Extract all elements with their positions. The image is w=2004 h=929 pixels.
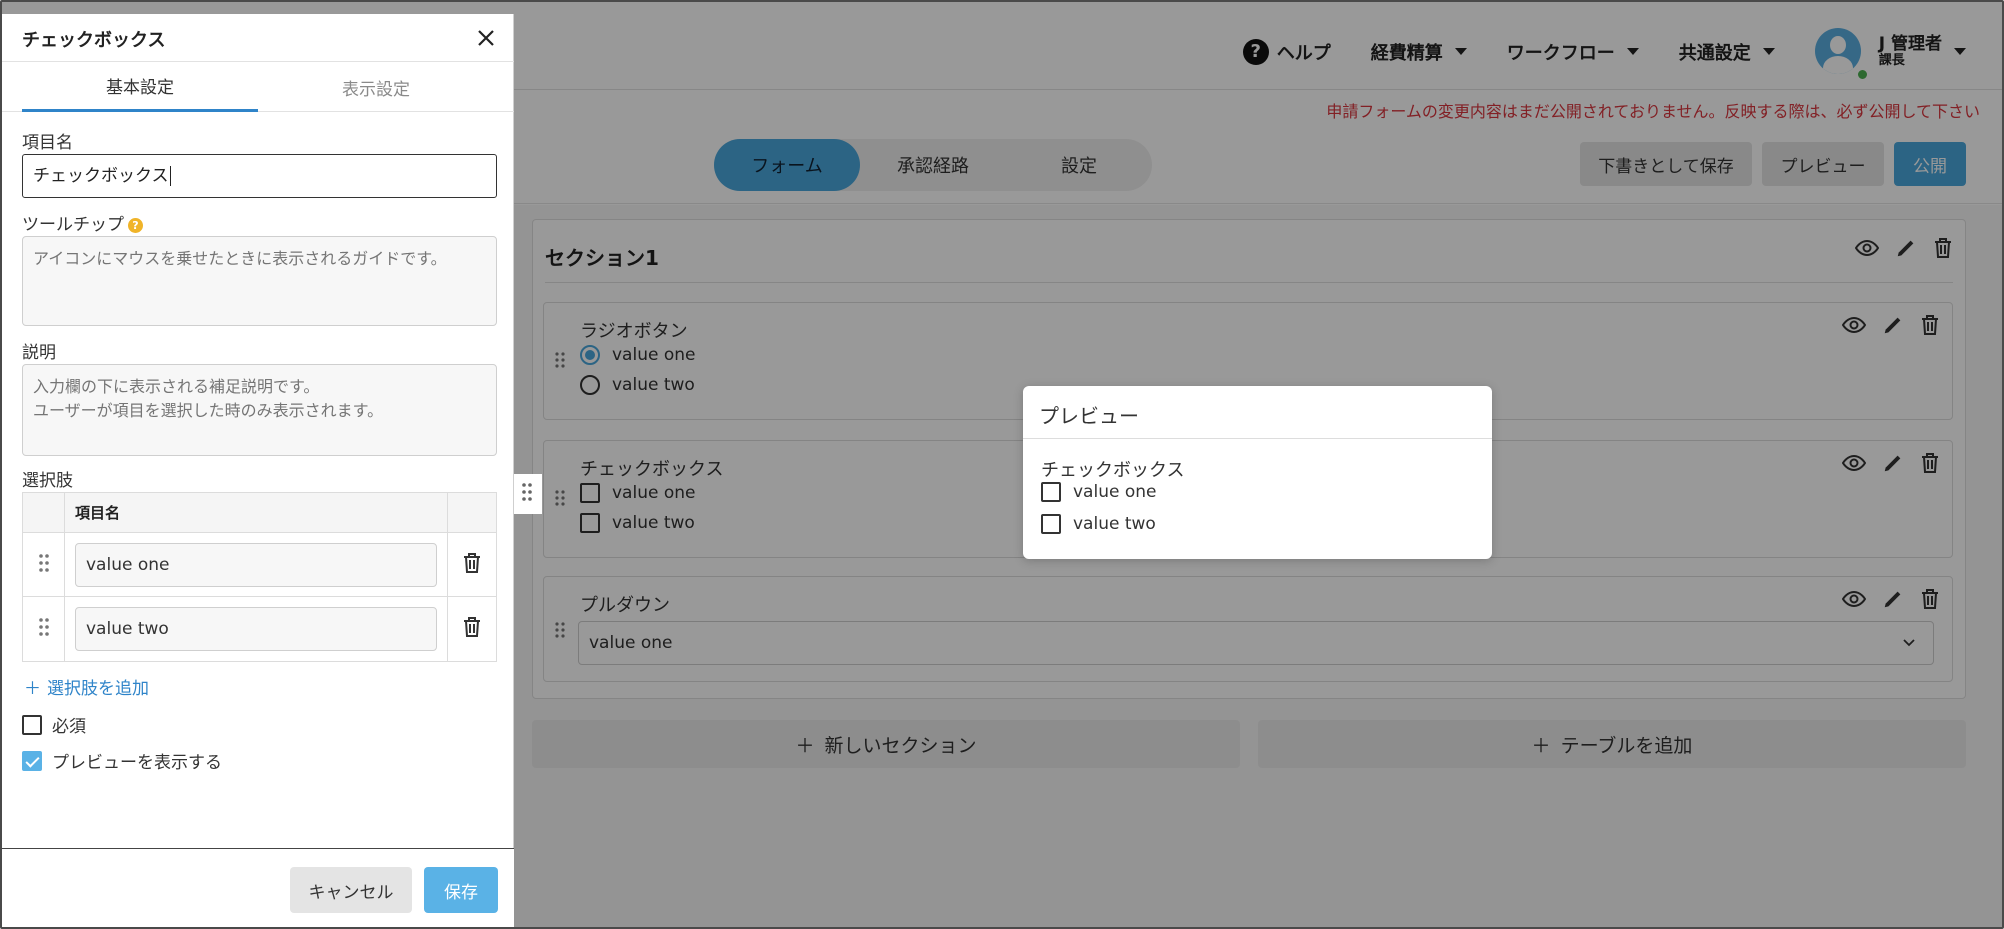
options-label: 選択肢 xyxy=(22,471,73,491)
option-input[interactable]: value two xyxy=(75,607,437,651)
option-input[interactable]: value one xyxy=(75,542,437,587)
item-name-label: 項目名 xyxy=(22,133,73,153)
options-table: 項目名 value one value two xyxy=(22,492,497,662)
preview-checkbox-option[interactable]: value one xyxy=(1041,482,1156,502)
tab-basic-settings[interactable]: 基本設定 xyxy=(22,62,258,112)
help-icon[interactable]: ? xyxy=(128,217,143,233)
tooltip-input[interactable] xyxy=(22,236,497,326)
preview-field-label: チェックボックス xyxy=(1041,460,1185,481)
preview-modal: プレビュー チェックボックス value one value two xyxy=(1023,386,1492,559)
drag-handle-icon[interactable] xyxy=(521,482,533,506)
required-checkbox-row[interactable]: 必須 xyxy=(22,712,86,737)
show-preview-label: プレビューを表示する xyxy=(52,753,222,773)
panel-header: チェックボックス xyxy=(2,14,514,62)
drag-handle-icon[interactable] xyxy=(38,553,50,577)
checkbox-unchecked[interactable] xyxy=(1041,482,1061,502)
options-table-header: 項目名 xyxy=(23,493,496,533)
show-preview-checkbox-row[interactable]: プレビューを表示する xyxy=(22,748,222,773)
trash-icon[interactable] xyxy=(462,552,482,578)
preview-option-label: value one xyxy=(1073,482,1157,502)
description-label: 説明 xyxy=(22,343,56,363)
trash-icon[interactable] xyxy=(462,616,482,642)
close-icon[interactable] xyxy=(474,26,498,50)
panel-title: チェックボックス xyxy=(22,30,166,51)
cancel-button[interactable]: キャンセル xyxy=(290,867,412,913)
tab-display-settings[interactable]: 表示設定 xyxy=(258,62,494,112)
description-input[interactable] xyxy=(22,364,497,456)
preview-checkbox-option[interactable]: value two xyxy=(1041,514,1156,534)
add-option-label: 選択肢を追加 xyxy=(47,679,149,699)
option-row: value two xyxy=(23,597,496,661)
preview-title: プレビュー xyxy=(1039,404,1139,428)
plus-icon: ＋ xyxy=(24,679,41,699)
required-label: 必須 xyxy=(52,717,86,737)
item-name-value: チェックボックス xyxy=(33,166,169,186)
option-row: value one xyxy=(23,533,496,597)
panel-resize-handle[interactable] xyxy=(512,474,542,514)
tooltip-label: ツールチップ? xyxy=(22,210,143,235)
show-preview-checkbox[interactable] xyxy=(22,750,42,771)
preview-option-label: value two xyxy=(1073,514,1156,534)
options-col-header: 項目名 xyxy=(65,493,448,532)
drag-handle-icon[interactable] xyxy=(38,617,50,641)
item-name-input[interactable]: チェックボックス xyxy=(22,154,497,198)
app-window: ? ヘルプ 経費精算 ワークフロー 共通設定 J 管理者 課長 申請フォームの変… xyxy=(0,0,2004,929)
checkbox-unchecked[interactable] xyxy=(1041,514,1061,534)
field-settings-panel: チェックボックス 基本設定 表示設定 項目名 チェックボックス ツールチップ? … xyxy=(2,14,514,927)
panel-tabs: 基本設定 表示設定 xyxy=(2,62,514,112)
save-button[interactable]: 保存 xyxy=(424,867,498,913)
required-checkbox[interactable] xyxy=(22,714,42,735)
add-option-link[interactable]: ＋ 選択肢を追加 xyxy=(24,674,149,699)
panel-footer: キャンセル 保存 xyxy=(2,848,514,927)
